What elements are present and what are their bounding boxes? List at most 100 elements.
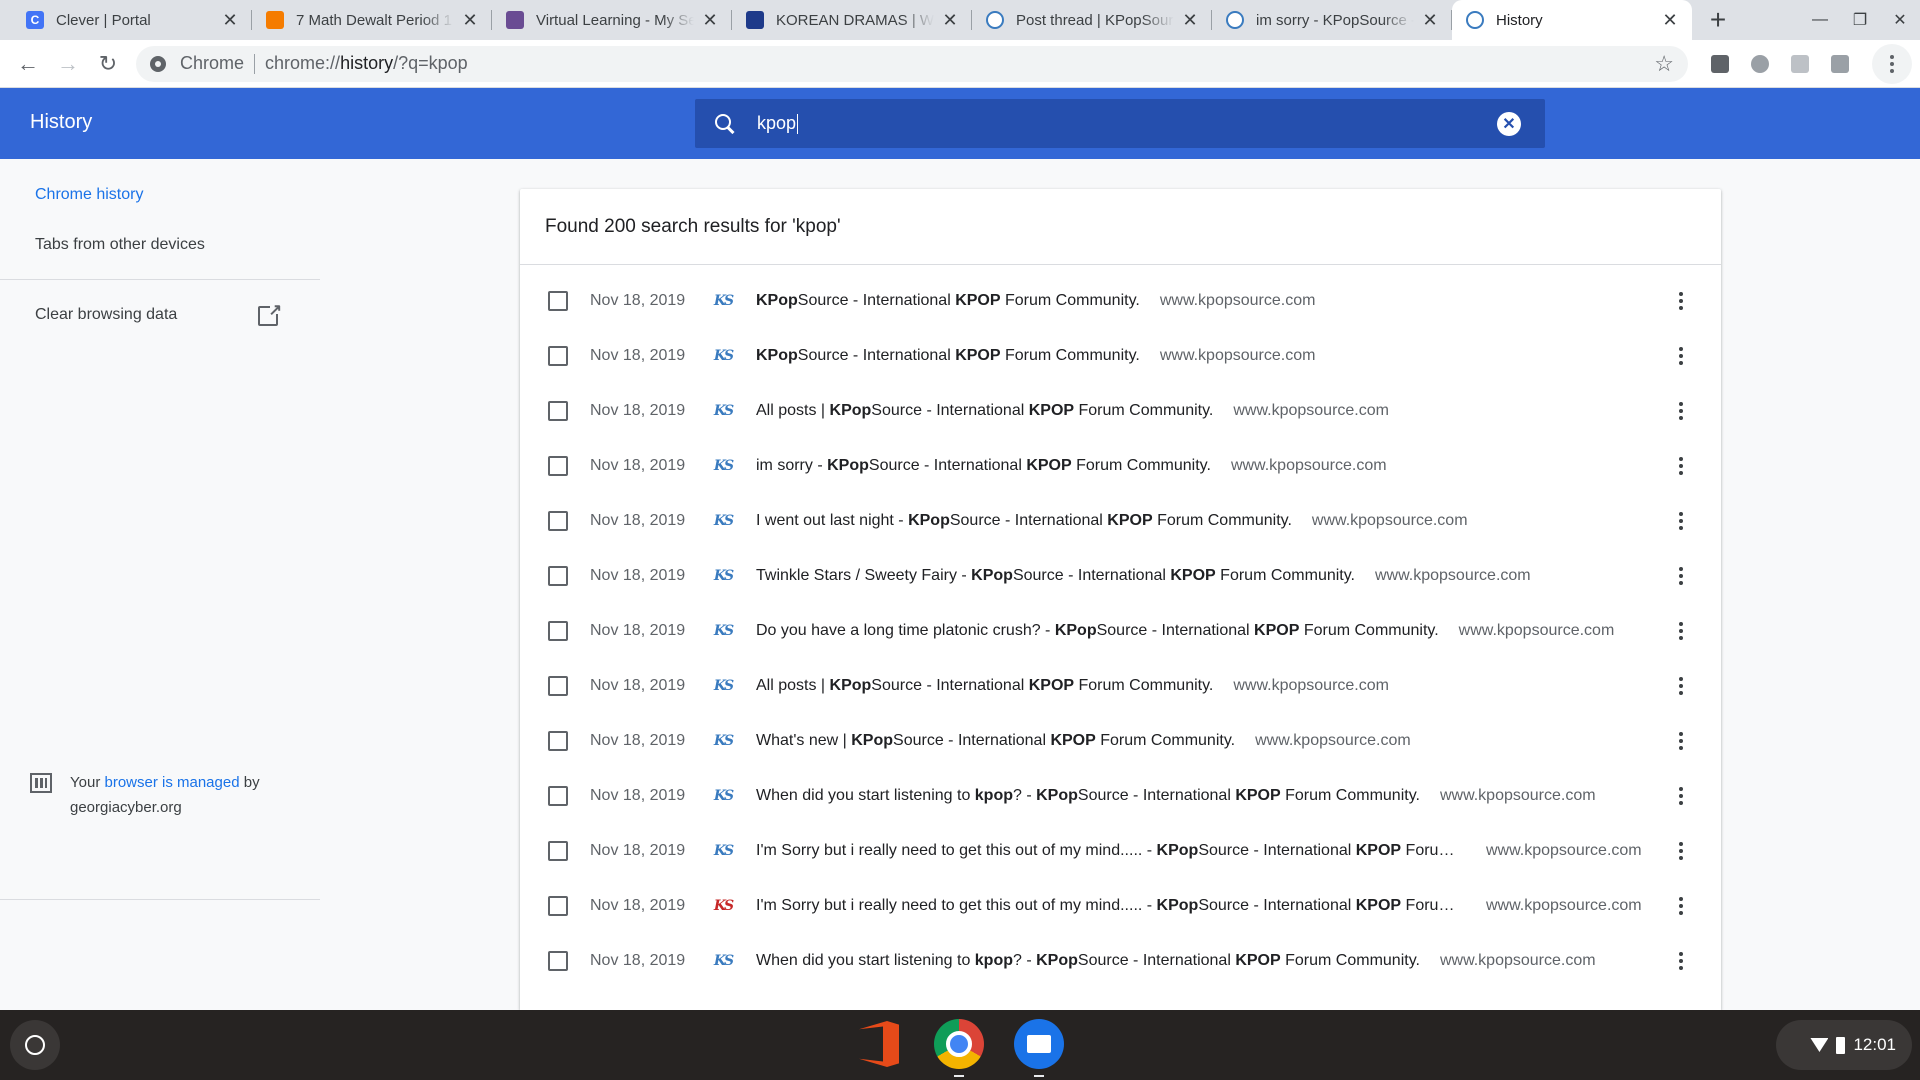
tab-close-icon[interactable]: ✕ bbox=[700, 10, 720, 30]
row-date: Nov 18, 2019 bbox=[590, 786, 686, 804]
kpopsource-favicon-icon: KS bbox=[713, 402, 734, 419]
tab-close-icon[interactable]: ✕ bbox=[220, 10, 240, 30]
row-checkbox[interactable] bbox=[548, 455, 568, 476]
tab-close-icon[interactable]: ✕ bbox=[1420, 10, 1440, 30]
tab-2[interactable]: Virtual Learning - My Se ✕ bbox=[492, 0, 732, 40]
history-row: Nov 18, 2019 KS im sorry - KPopSource - In… bbox=[520, 438, 1721, 493]
extension-office-icon[interactable] bbox=[1700, 44, 1740, 84]
row-more-actions-icon[interactable] bbox=[1671, 619, 1691, 643]
row-domain: www.kpopsource.com bbox=[1375, 566, 1531, 584]
page-title: History bbox=[30, 111, 93, 133]
row-more-actions-icon[interactable] bbox=[1671, 344, 1691, 368]
minimize-icon[interactable]: — bbox=[1800, 0, 1840, 40]
battery-icon bbox=[1836, 1036, 1846, 1054]
chrome-app-icon[interactable] bbox=[933, 1018, 985, 1070]
url-scheme: chrome:// bbox=[265, 53, 341, 73]
kpopsource-favicon-icon: KS bbox=[713, 952, 734, 969]
row-more-actions-icon[interactable] bbox=[1671, 729, 1691, 753]
row-checkbox[interactable] bbox=[548, 840, 568, 861]
new-tab-button[interactable]: + bbox=[1698, 0, 1738, 40]
row-domain: www.kpopsource.com bbox=[1458, 621, 1615, 639]
row-title-link[interactable]: KPopSource - International KPOP Forum Co… bbox=[756, 347, 1140, 365]
sidebar-item-tabs-other-devices[interactable]: Tabs from other devices bbox=[35, 236, 205, 254]
row-title-link[interactable]: All posts | KPopSource - International K… bbox=[756, 402, 1213, 420]
open-in-new-icon[interactable] bbox=[258, 300, 282, 326]
row-title-link[interactable]: Twinkle Stars / Sweety Fairy - KPopSourc… bbox=[756, 567, 1355, 585]
row-checkbox[interactable] bbox=[548, 675, 568, 696]
chrome-menu-button[interactable] bbox=[1872, 44, 1912, 84]
row-more-actions-icon[interactable] bbox=[1671, 784, 1691, 808]
bookmark-star-icon[interactable]: ☆ bbox=[1654, 51, 1674, 77]
row-more-actions-icon[interactable] bbox=[1671, 839, 1691, 863]
reload-button[interactable]: ↻ bbox=[88, 44, 128, 84]
row-more-actions-icon[interactable] bbox=[1671, 509, 1691, 533]
row-checkbox[interactable] bbox=[548, 785, 568, 806]
row-domain: www.kpopsource.com bbox=[1233, 401, 1389, 419]
row-more-actions-icon[interactable] bbox=[1671, 894, 1691, 918]
row-checkbox[interactable] bbox=[548, 950, 568, 971]
row-more-actions-icon[interactable] bbox=[1671, 674, 1691, 698]
history-row: Nov 18, 2019 KS KPopSource - International… bbox=[520, 273, 1721, 328]
row-date: Nov 18, 2019 bbox=[590, 346, 686, 364]
clear-search-icon[interactable]: ✕ bbox=[1497, 111, 1521, 136]
extension-globe-icon[interactable] bbox=[1740, 44, 1780, 84]
tab-list: C Clever | Portal ✕ 7 Math Dewalt Period 1 ✕… bbox=[12, 0, 1692, 40]
row-more-actions-icon[interactable] bbox=[1671, 564, 1691, 588]
tab-close-icon[interactable]: ✕ bbox=[940, 10, 960, 30]
row-title-link[interactable]: What's new | KPopSource - International … bbox=[756, 732, 1235, 750]
extension-screen-icon[interactable] bbox=[1820, 44, 1860, 84]
results-heading: Found 200 search results for 'kpop' bbox=[520, 189, 1721, 265]
tab-close-icon[interactable]: ✕ bbox=[460, 10, 480, 30]
row-title-link[interactable]: im sorry - KPopSource - International KP… bbox=[756, 457, 1211, 475]
row-checkbox[interactable] bbox=[548, 400, 568, 421]
address-bar[interactable]: Chrome chrome://history/?q=kpop ☆ bbox=[136, 45, 1688, 82]
tab-close-icon[interactable]: ✕ bbox=[1660, 10, 1680, 30]
back-button[interactable]: ← bbox=[8, 44, 48, 84]
row-entry: Do you have a long time platonic crush? … bbox=[756, 622, 1614, 640]
sidebar-item-clear-browsing-data[interactable]: Clear browsing data bbox=[35, 306, 177, 324]
row-title-link[interactable]: I went out last night - KPopSource - Int… bbox=[756, 512, 1292, 530]
tab-6[interactable]: History ✕ bbox=[1452, 0, 1692, 40]
row-more-actions-icon[interactable] bbox=[1671, 289, 1691, 313]
row-more-actions-icon[interactable] bbox=[1671, 949, 1691, 973]
restore-icon[interactable]: ❐ bbox=[1840, 0, 1880, 40]
row-title-link[interactable]: I'm Sorry but i really need to get this … bbox=[756, 842, 1466, 860]
row-checkbox[interactable] bbox=[548, 895, 568, 916]
row-title-link[interactable]: All posts | KPopSource - International K… bbox=[756, 677, 1213, 695]
row-checkbox[interactable] bbox=[548, 620, 568, 641]
tab-5[interactable]: im sorry - KPopSource - ✕ bbox=[1212, 0, 1452, 40]
row-checkbox[interactable] bbox=[548, 345, 568, 366]
row-checkbox[interactable] bbox=[548, 510, 568, 531]
history-search-field[interactable]: kpop ✕ bbox=[695, 99, 1545, 148]
forward-button[interactable]: → bbox=[48, 44, 88, 84]
tab-title: Post thread | KPopSourc bbox=[1016, 11, 1174, 29]
history-row: Nov 18, 2019 KS I'm Sorry but i really nee… bbox=[520, 823, 1721, 878]
close-window-icon[interactable]: ✕ bbox=[1880, 0, 1920, 40]
sidebar-item-chrome-history[interactable]: Chrome history bbox=[35, 186, 143, 204]
managed-link[interactable]: browser is managed bbox=[104, 774, 239, 791]
extension-cast-icon[interactable] bbox=[1780, 44, 1820, 84]
row-checkbox[interactable] bbox=[548, 290, 568, 311]
tab-4[interactable]: Post thread | KPopSourc ✕ bbox=[972, 0, 1212, 40]
row-title-link[interactable]: KPopSource - International KPOP Forum Co… bbox=[756, 292, 1140, 310]
search-input[interactable]: kpop bbox=[757, 113, 1497, 134]
tab-title: 7 Math Dewalt Period 1 bbox=[296, 11, 452, 29]
office-app-icon[interactable] bbox=[853, 1018, 905, 1070]
row-more-actions-icon[interactable] bbox=[1671, 454, 1691, 478]
status-tray[interactable]: 12:01 bbox=[1776, 1020, 1912, 1070]
row-checkbox[interactable] bbox=[548, 565, 568, 586]
tab-3[interactable]: KOREAN DRAMAS | Wat ✕ bbox=[732, 0, 972, 40]
tab-0[interactable]: C Clever | Portal ✕ bbox=[12, 0, 252, 40]
launcher-button[interactable] bbox=[10, 1020, 60, 1070]
row-title-link[interactable]: Do you have a long time platonic crush? … bbox=[756, 622, 1439, 640]
row-checkbox[interactable] bbox=[548, 730, 568, 751]
row-title-link[interactable]: I'm Sorry but i really need to get this … bbox=[756, 897, 1466, 915]
tab-close-icon[interactable]: ✕ bbox=[1180, 10, 1200, 30]
row-more-actions-icon[interactable] bbox=[1671, 399, 1691, 423]
managed-prefix: Your bbox=[70, 774, 105, 791]
row-entry: What's new | KPopSource - International … bbox=[756, 732, 1411, 750]
row-title-link[interactable]: When did you start listening to kpop? - … bbox=[756, 952, 1420, 970]
files-app-icon[interactable] bbox=[1013, 1018, 1065, 1070]
tab-1[interactable]: 7 Math Dewalt Period 1 ✕ bbox=[252, 0, 492, 40]
row-title-link[interactable]: When did you start listening to kpop? - … bbox=[756, 787, 1420, 805]
